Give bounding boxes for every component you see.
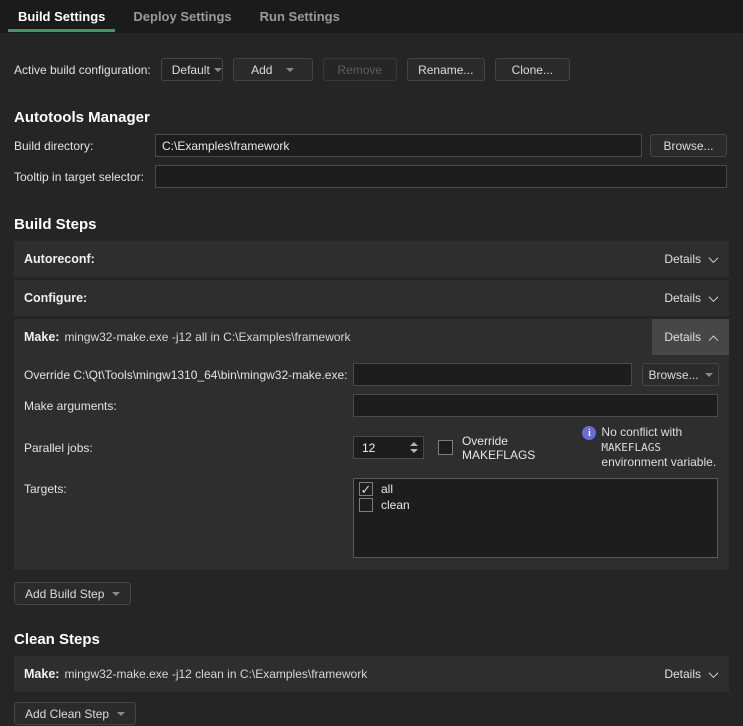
build-directory-label: Build directory: [14,139,155,153]
make-override-label: Override C:\Qt\Tools\mingw1310_64\bin\mi… [24,368,353,382]
add-build-step-label: Add Build Step [25,587,104,601]
target-clean-label: clean [381,498,410,512]
targets-row: Targets: all clean [24,478,719,558]
make-details-toggle[interactable]: Details [652,319,729,355]
settings-tabbar: Build Settings Deploy Settings Run Setti… [0,0,743,33]
details-label: Details [664,330,701,344]
info-icon: i [582,426,596,440]
step-summary: mingw32-make.exe -j12 clean in C:\Exampl… [64,667,367,681]
chevron-down-icon [112,592,120,596]
browse-button-label: Browse... [664,139,714,153]
remove-configuration-button[interactable]: Remove [323,58,397,81]
chevron-up-icon [709,335,719,345]
step-title: Configure: [24,291,87,305]
autoreconf-details-toggle[interactable]: Details [652,241,729,277]
tooltip-selector-input[interactable] [155,165,727,188]
tooltip-selector-row: Tooltip in target selector: [14,165,729,188]
configure-details-toggle[interactable]: Details [652,280,729,316]
override-makeflags-label: Override MAKEFLAGS [462,434,570,462]
active-configuration-label: Active build configuration: [14,63,151,77]
tab-deploy-settings[interactable]: Deploy Settings [123,0,241,32]
override-makeflags-checkbox[interactable] [438,440,453,455]
make-arguments-row: Make arguments: [24,394,719,417]
rename-configuration-button[interactable]: Rename... [407,58,485,81]
target-item-all[interactable]: all [359,482,712,496]
build-step-make: Make: mingw32-make.exe -j12 all in C:\Ex… [14,319,729,570]
active-configuration-row: Active build configuration: Default Add … [14,58,729,81]
chevron-down-icon [705,373,713,377]
step-title: Make: [24,667,59,681]
build-directory-browse-button[interactable]: Browse... [650,134,727,157]
clean-make-details-toggle[interactable]: Details [652,656,729,692]
target-item-clean[interactable]: clean [359,498,712,512]
remove-button-label: Remove [337,63,382,77]
note-line2: environment variable. [601,455,716,469]
parallel-jobs-label: Parallel jobs: [24,441,353,455]
parallel-jobs-spinner[interactable] [353,436,424,459]
chevron-down-icon [709,292,719,302]
step-summary: mingw32-make.exe -j12 all in C:\Examples… [64,330,350,344]
clone-configuration-button[interactable]: Clone... [495,58,570,81]
details-label: Details [664,667,701,681]
add-clean-step-button[interactable]: Add Clean Step [14,702,136,725]
clean-step-make: Make: mingw32-make.exe -j12 clean in C:\… [14,656,729,692]
target-all-label: all [381,482,393,496]
add-build-step-button[interactable]: Add Build Step [14,582,131,605]
tooltip-selector-label: Tooltip in target selector: [14,170,155,184]
spin-down-icon[interactable] [410,449,418,453]
note-code: MAKEFLAGS [601,441,661,454]
configuration-selected-value: Default [172,63,210,77]
makeflags-note: i No conflict with MAKEFLAGS environment… [582,425,719,470]
chevron-down-icon [214,68,222,72]
build-directory-input[interactable] [155,134,642,157]
chevron-down-icon [709,668,719,678]
make-override-row: Override C:\Qt\Tools\mingw1310_64\bin\mi… [24,363,719,386]
make-step-header: Make: mingw32-make.exe -j12 all in C:\Ex… [14,319,729,355]
build-directory-row: Build directory: Browse... [14,134,729,157]
make-override-browse-button[interactable]: Browse... [642,363,719,386]
make-override-input[interactable] [353,363,632,386]
tab-run-settings[interactable]: Run Settings [250,0,350,32]
build-step-configure: Configure: Details [14,280,729,316]
tab-build-settings[interactable]: Build Settings [8,0,115,32]
autotools-manager-title: Autotools Manager [14,109,729,126]
step-title: Make: [24,330,59,344]
step-title: Autoreconf: [24,252,95,266]
clean-steps-title: Clean Steps [14,631,729,648]
add-button-label: Add [251,63,272,77]
details-label: Details [664,252,701,266]
targets-label: Targets: [24,482,353,496]
details-label: Details [664,291,701,305]
spinner-arrows[interactable] [405,437,423,458]
browse-button-label: Browse... [649,368,699,382]
build-steps-title: Build Steps [14,216,729,233]
spin-up-icon[interactable] [410,442,418,446]
target-all-checkbox[interactable] [359,482,373,496]
targets-list[interactable]: all clean [353,478,718,558]
configuration-select[interactable]: Default [161,58,223,81]
rename-button-label: Rename... [418,63,473,77]
make-arguments-input[interactable] [353,394,718,417]
add-clean-step-label: Add Clean Step [25,707,109,721]
target-clean-checkbox[interactable] [359,498,373,512]
add-configuration-button[interactable]: Add [233,58,313,81]
chevron-down-icon [117,712,125,716]
note-line1: No conflict with [601,425,682,439]
parallel-jobs-row: Parallel jobs: Override MAKEFLAGS i No c… [24,425,719,470]
clone-button-label: Clone... [512,63,553,77]
chevron-down-icon [286,68,294,72]
parallel-jobs-value[interactable] [354,437,405,458]
chevron-down-icon [709,253,719,263]
make-arguments-label: Make arguments: [24,399,353,413]
build-step-autoreconf: Autoreconf: Details [14,241,729,277]
